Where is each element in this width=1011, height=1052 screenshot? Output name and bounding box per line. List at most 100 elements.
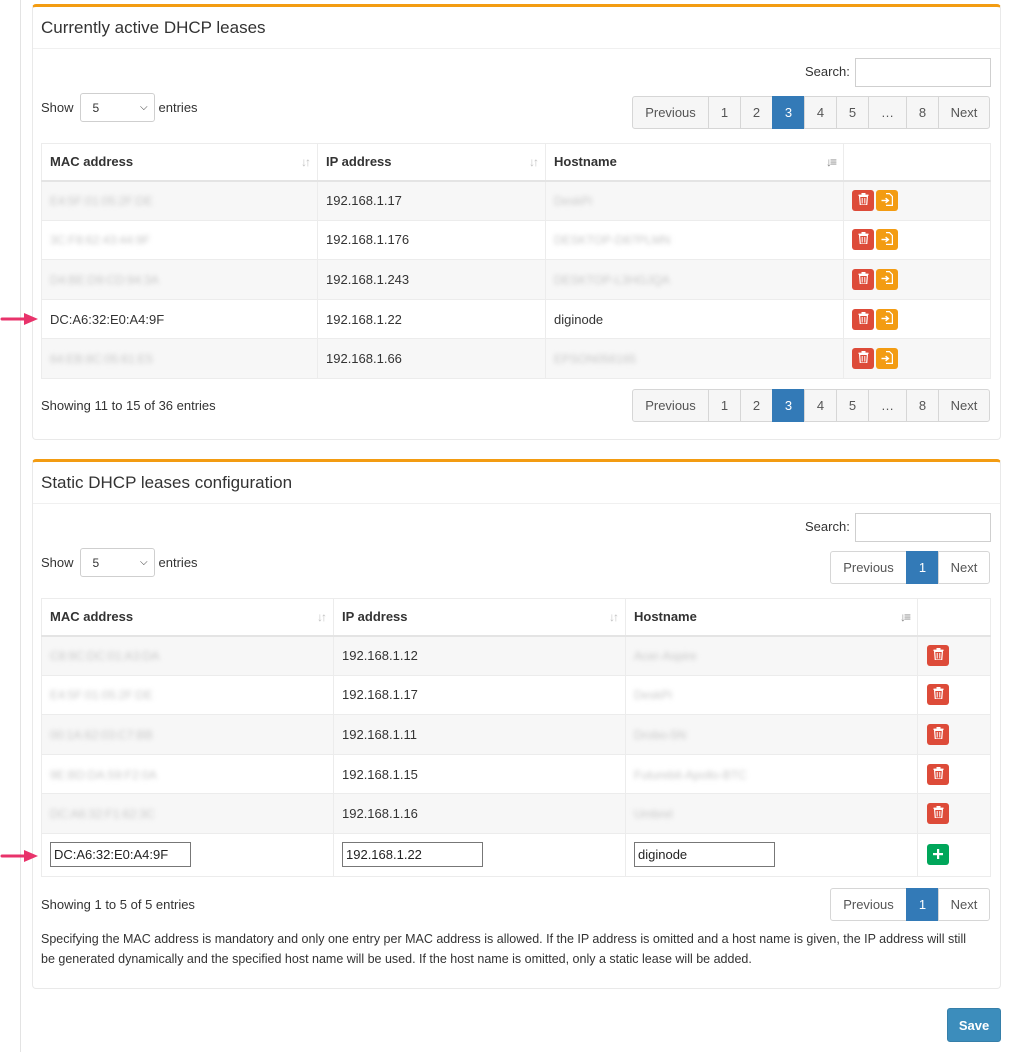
table-header-row: MAC address ↓↑ IP address ↓↑ Hostname ↓≡ <box>41 143 991 182</box>
cell-ip: 192.168.1.15 <box>333 753 626 795</box>
table-row: D4:BE:D9:CD:94:3A 192.168.1.243 DESKTOP-L3… <box>41 259 991 300</box>
pagination-page-4[interactable]: 4 <box>804 96 837 129</box>
pagination-page-8[interactable]: 8 <box>906 96 939 129</box>
delete-lease-button[interactable] <box>852 308 874 330</box>
column-header-actions <box>917 598 991 637</box>
pagination-previous-button[interactable]: Previous <box>830 888 907 921</box>
pagination-previous-button[interactable]: Previous <box>632 96 709 129</box>
delete-lease-button[interactable] <box>927 763 949 785</box>
pagination-page-5[interactable]: 5 <box>836 389 869 422</box>
trash-icon <box>858 193 869 208</box>
pagination-page-5[interactable]: 5 <box>836 96 869 129</box>
make-static-button[interactable] <box>876 190 898 212</box>
cell-hostname: DESKTOP-L3HGJQA <box>545 259 844 300</box>
table-row: 00:1A:62:03:C7:BB 192.168.1.11 Drobo-5N <box>41 714 991 755</box>
static-page-length-select[interactable]: 5 ⌵ <box>79 548 155 577</box>
make-static-button[interactable] <box>876 348 898 370</box>
new-host-input[interactable]: diginode <box>634 842 775 868</box>
delete-lease-button[interactable] <box>852 268 874 290</box>
active-show-entries: Show 5 ⌵ entries <box>41 93 198 122</box>
pagination-next-button[interactable]: Next <box>938 96 990 129</box>
cell-actions <box>917 635 991 676</box>
table-row: 3C:F8:62:43:44:9F 192.168.1.176 DESKTOP-D8… <box>41 219 991 261</box>
pagination-page-1[interactable]: 1 <box>708 96 741 129</box>
cell-actions <box>843 338 991 379</box>
sort-icon: ↓↑ <box>529 154 539 169</box>
add-lease-button[interactable] <box>927 844 949 866</box>
column-header-hostname[interactable]: Hostname ↓≡ <box>625 598 918 637</box>
entries-label: entries <box>158 100 198 115</box>
pagination-page-3[interactable]: 3 <box>772 96 805 129</box>
make-static-button[interactable] <box>876 308 898 330</box>
cell-ip: 192.168.1.12 <box>333 635 626 676</box>
file-import-icon <box>881 311 893 327</box>
static-search-input[interactable] <box>855 513 991 542</box>
trash-icon <box>858 271 869 287</box>
pagination-previous-button[interactable]: Previous <box>632 389 709 422</box>
cell-ip: 192.168.1.11 <box>333 714 626 755</box>
cell-ip: 192.168.1.66 <box>317 338 546 379</box>
delete-lease-button[interactable] <box>927 723 949 745</box>
cell-hostname: EPSON056165 <box>545 338 844 379</box>
pagination-page-2[interactable]: 2 <box>740 389 773 422</box>
active-page-length-select[interactable]: 5 ⌵ <box>79 93 155 122</box>
pagination-page-8[interactable]: 8 <box>906 389 939 422</box>
static-pagination-top: Previous 1 Next <box>830 551 990 584</box>
cell-mac: E4:5F:01:05:2F:DE <box>41 180 318 221</box>
pagination-next-button[interactable]: Next <box>938 389 990 422</box>
delete-lease-button[interactable] <box>927 803 949 825</box>
pagination-page-4[interactable]: 4 <box>804 389 837 422</box>
trash-icon <box>933 806 944 821</box>
column-header-actions <box>843 143 991 182</box>
pagination-next-button[interactable]: Next <box>938 551 990 584</box>
make-static-button[interactable] <box>876 268 898 290</box>
make-static-button[interactable] <box>876 229 898 251</box>
static-leases-title: Static DHCP leases configuration <box>33 462 1000 504</box>
trash-icon <box>933 687 944 702</box>
cell-new-host: diginode <box>625 832 918 877</box>
delete-lease-button[interactable] <box>852 229 874 251</box>
new-mac-input[interactable]: DC:A6:32:E0:A4:9F <box>50 842 191 868</box>
pagination-page-1[interactable]: 1 <box>906 888 939 921</box>
cell-ip: 192.168.1.243 <box>317 259 546 300</box>
column-header-hostname[interactable]: Hostname ↓≡ <box>545 143 844 182</box>
pagination-ellipsis: … <box>868 96 907 129</box>
new-lease-row: DC:A6:32:E0:A4:9F 192.168.1.22 diginode <box>41 832 991 877</box>
cell-mac: E4:5F:01:05:2F:DE <box>41 674 334 716</box>
cell-hostname: DESKTOP-D87PLMN <box>545 219 844 261</box>
cell-ip: 192.168.1.17 <box>317 180 546 221</box>
cell-mac: 9E:BD:DA:59:F2:0A <box>41 753 334 795</box>
cell-hostname: diginode <box>545 298 844 340</box>
plus-icon <box>933 847 943 862</box>
pagination-next-button[interactable]: Next <box>938 888 990 921</box>
cell-new-mac: DC:A6:32:E0:A4:9F <box>41 832 334 877</box>
new-ip-input[interactable]: 192.168.1.22 <box>342 842 483 868</box>
pagination-page-2[interactable]: 2 <box>740 96 773 129</box>
pagination-page-1[interactable]: 1 <box>906 551 939 584</box>
delete-lease-button[interactable] <box>852 190 874 212</box>
pagination-page-1[interactable]: 1 <box>708 389 741 422</box>
trash-icon <box>858 311 869 327</box>
cell-ip: 192.168.1.16 <box>333 793 626 834</box>
show-label: Show <box>41 555 74 570</box>
active-pagination-bottom: Previous 1 2 3 4 5… 8 Next <box>632 389 990 422</box>
save-button[interactable]: Save <box>947 1008 1001 1042</box>
column-header-mac[interactable]: MAC address ↓↑ <box>41 143 318 182</box>
delete-lease-button[interactable] <box>852 348 874 370</box>
static-leases-table: MAC address ↓↑ IP address ↓↑ Hostname ↓≡ C8… <box>41 598 991 877</box>
delete-lease-button[interactable] <box>927 684 949 706</box>
active-search-input[interactable] <box>855 58 991 87</box>
pagination-page-3[interactable]: 3 <box>772 389 805 422</box>
pagination-ellipsis: … <box>868 389 907 422</box>
column-header-ip[interactable]: IP address ↓↑ <box>317 143 546 182</box>
cell-ip: 192.168.1.176 <box>317 219 546 261</box>
table-row: 9E:BD:DA:59:F2:0A 192.168.1.15 Futurebit-A… <box>41 753 991 795</box>
cell-ip: 192.168.1.22 <box>317 298 546 340</box>
chevron-down-icon: ⌵ <box>139 557 148 568</box>
column-header-mac[interactable]: MAC address ↓↑ <box>41 598 334 637</box>
delete-lease-button[interactable] <box>927 645 949 667</box>
active-leases-table: MAC address ↓↑ IP address ↓↑ Hostname ↓≡ E4… <box>41 143 991 379</box>
cell-mac: DC:A6:32:E0:A4:9F <box>41 298 318 340</box>
pagination-previous-button[interactable]: Previous <box>830 551 907 584</box>
column-header-ip[interactable]: IP address ↓↑ <box>333 598 626 637</box>
